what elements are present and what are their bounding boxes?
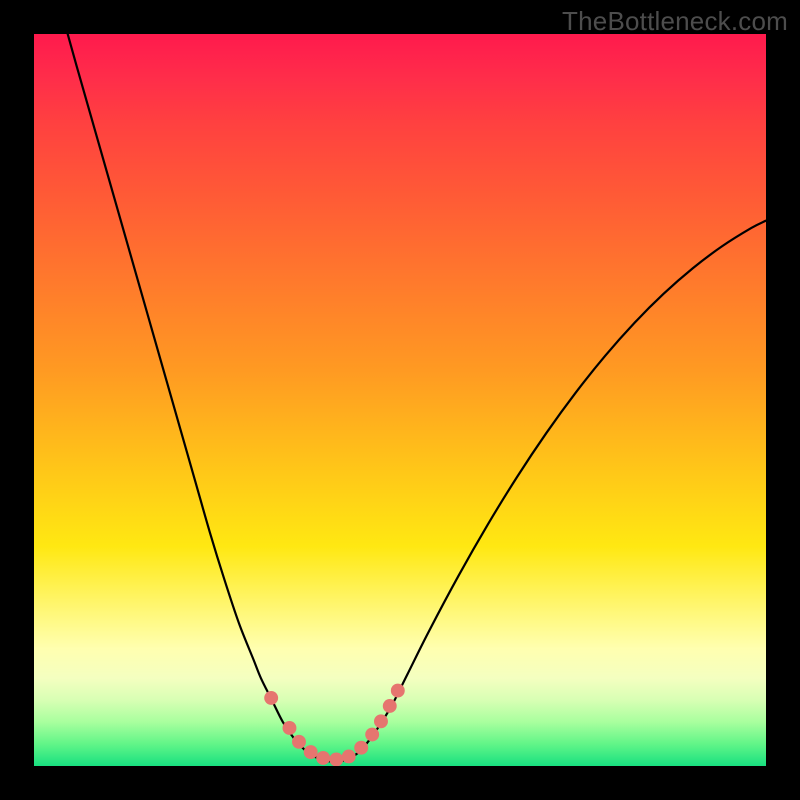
curve-marker	[304, 745, 318, 759]
curve-marker	[374, 714, 388, 728]
curve-marker	[329, 752, 343, 766]
curve-marker	[391, 684, 405, 698]
plot-area	[34, 34, 766, 766]
curve-marker-group	[264, 684, 405, 766]
curve-marker	[365, 728, 379, 742]
curve-marker	[292, 735, 306, 749]
bottleneck-curve	[68, 34, 766, 762]
chart-svg	[34, 34, 766, 766]
curve-marker	[316, 751, 330, 765]
curve-marker	[264, 691, 278, 705]
curve-marker	[354, 741, 368, 755]
outer-frame: TheBottleneck.com	[0, 0, 800, 800]
watermark-text: TheBottleneck.com	[562, 6, 788, 37]
curve-marker	[383, 699, 397, 713]
curve-marker	[283, 721, 297, 735]
curve-marker	[342, 750, 356, 764]
